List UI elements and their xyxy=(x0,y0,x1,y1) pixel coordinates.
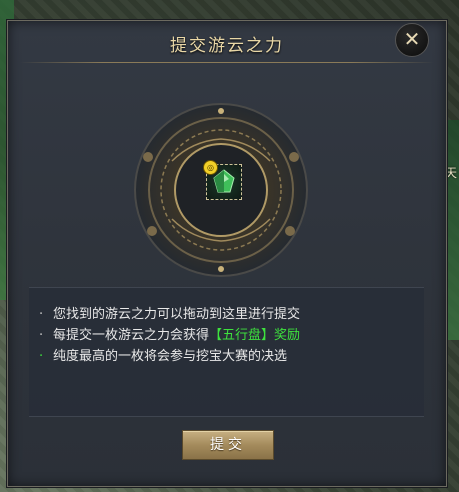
reward-highlight: 【五行盘】奖励 xyxy=(209,328,301,343)
bullet-icon: . xyxy=(39,324,44,339)
bullet-icon: . xyxy=(39,345,44,360)
info-text: 纯度最高的一枚将会参与挖宝大赛的决选 xyxy=(53,349,288,364)
dialog-title: 提交游云之力 xyxy=(170,36,284,56)
submit-dialog: 提交游云之力 ✕ ◎ . 您找到的游云之力可以拖动到这里进行提交 . 每提交一枚… xyxy=(7,20,447,487)
vine-decoration-right xyxy=(445,120,459,340)
green-crystal-icon xyxy=(213,169,235,193)
info-box: . 您找到的游云之力可以拖动到这里进行提交 . 每提交一枚游云之力会获得【五行盘… xyxy=(29,287,424,417)
close-button[interactable]: ✕ xyxy=(395,23,429,57)
item-slot[interactable]: ◎ xyxy=(203,160,242,200)
submit-button[interactable]: 提交 xyxy=(182,430,274,460)
info-text: 每提交一枚游云之力会获得 xyxy=(53,328,210,343)
info-line: . 纯度最高的一枚将会参与挖宝大赛的决选 xyxy=(39,345,288,364)
close-icon: ✕ xyxy=(403,27,421,51)
title-divider xyxy=(20,62,434,63)
info-line: . 您找到的游云之力可以拖动到这里进行提交 xyxy=(39,303,301,322)
info-text: 您找到的游云之力可以拖动到这里进行提交 xyxy=(53,307,301,322)
info-line: . 每提交一枚游云之力会获得【五行盘】奖励 xyxy=(39,324,301,343)
bullet-icon: . xyxy=(39,303,44,318)
